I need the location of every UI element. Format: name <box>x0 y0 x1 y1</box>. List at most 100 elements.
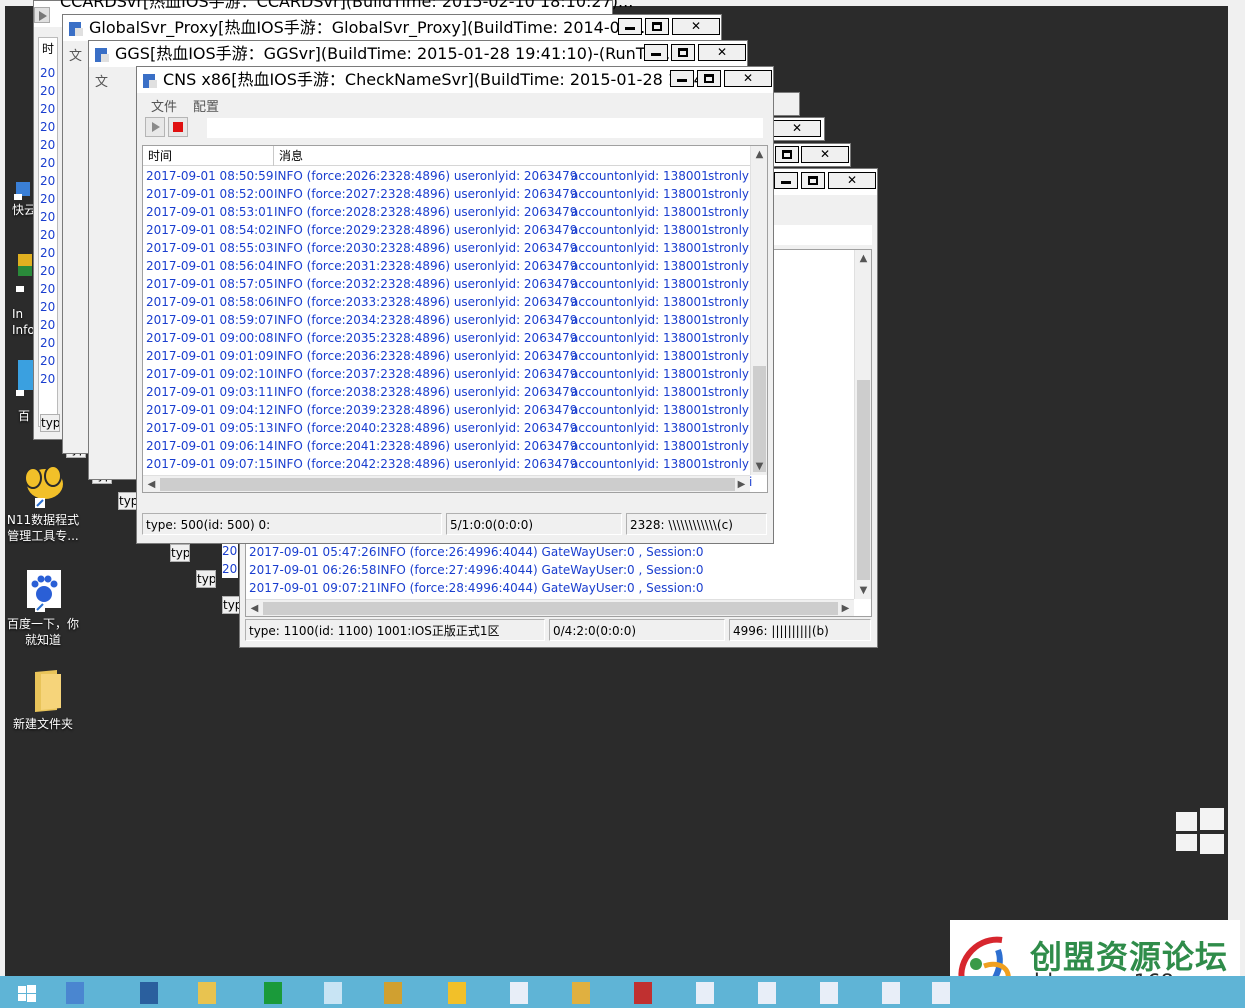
log-cell-tail: stronlyi <box>708 367 753 381</box>
desktop-icon-label: 新建文件夹 <box>12 717 73 731</box>
menu-file[interactable]: 文件 <box>151 96 177 115</box>
horizontal-scrollbar[interactable]: ◀ ▶ <box>246 599 854 616</box>
app-window-icon[interactable] <box>920 978 962 1008</box>
scroll-thumb[interactable] <box>263 602 838 615</box>
log-cell-msg: INFO (force:2033:2328:4896) useronlyid: … <box>274 295 578 309</box>
window-cns[interactable]: CNS x86[热血IOS手游：CheckNameSvr](BuildTime:… <box>136 66 774 544</box>
maximize-button[interactable] <box>645 18 669 35</box>
store-icon[interactable] <box>252 978 294 1008</box>
app-window-icon[interactable] <box>870 978 912 1008</box>
log-cell-msg: INFO (force:2041:2328:4896) useronlyid: … <box>274 439 578 453</box>
folder-icon <box>21 668 65 712</box>
scroll-thumb[interactable] <box>160 478 735 491</box>
log-row[interactable]: 2017-09-01 08:56:04 INFO (force:2031:2328… <box>143 257 752 275</box>
play-icon[interactable] <box>34 7 50 23</box>
close-button[interactable]: ✕ <box>698 44 746 61</box>
menu-file[interactable]: 文 <box>95 71 108 90</box>
status-pid: 2328: \\\\\\\\\\\\(c) <box>626 513 767 535</box>
minimize-button[interactable] <box>644 44 668 61</box>
desktop-icon-label: In Info <box>12 307 35 337</box>
log-cell-tail: stronlyi <box>708 187 753 201</box>
stop-button[interactable] <box>168 117 188 137</box>
log-row[interactable]: 2017-09-01 08:52:00 INFO (force:2027:2328… <box>143 185 752 203</box>
log-cell-msg: INFO (force:2037:2328:4896) useronlyid: … <box>274 367 578 381</box>
log-cell-time: 2017-09-01 08:52:00 <box>146 187 274 201</box>
maximize-button[interactable] <box>773 95 795 113</box>
stub-status-type: typ <box>170 544 190 562</box>
vertical-scrollbar[interactable]: ▲ ▼ <box>854 250 871 599</box>
stub-year-cell: 20 <box>40 316 56 334</box>
column-header-time[interactable]: 时间 <box>143 146 274 166</box>
log-cell-time: 2017-09-01 09:03:11 <box>146 385 274 399</box>
game-app-icon[interactable] <box>622 978 664 1008</box>
maximize-button[interactable] <box>801 172 825 189</box>
horizontal-scrollbar[interactable]: ◀ ▶ <box>143 475 750 492</box>
close-button[interactable]: ✕ <box>672 18 720 35</box>
server-manager-icon[interactable] <box>54 978 96 1008</box>
close-button[interactable]: ✕ <box>828 172 876 189</box>
stub-year-cell: 20 <box>222 560 238 578</box>
maximize-button[interactable] <box>671 44 695 61</box>
menu-file[interactable]: 文 <box>69 45 82 64</box>
log-row[interactable]: 2017-09-01 08:57:05 INFO (force:2032:2328… <box>143 275 752 293</box>
app-window-icon[interactable] <box>746 978 788 1008</box>
stub-status-type: typ <box>118 492 138 510</box>
log-row[interactable]: 2017-09-01 06:26:58 INFO (force:27:4996:4… <box>246 561 855 579</box>
log-cell-acct: accountonlyid: 138001 <box>571 349 709 363</box>
network-icon[interactable] <box>312 978 354 1008</box>
log-row[interactable]: 2017-09-01 09:02:10 INFO (force:2037:2328… <box>143 365 752 383</box>
app-window-icon[interactable] <box>684 978 726 1008</box>
app-window-icon[interactable] <box>498 978 540 1008</box>
vertical-scrollbar[interactable]: ▲ ▼ <box>750 146 767 475</box>
log-cell-acct: accountonlyid: 138001 <box>571 313 709 327</box>
audio-app-icon[interactable] <box>560 978 602 1008</box>
taskbar <box>0 976 1245 1008</box>
log-row[interactable]: 2017-09-01 08:54:02 INFO (force:2029:2328… <box>143 221 752 239</box>
maximize-button[interactable] <box>697 70 721 87</box>
minimize-button[interactable] <box>618 18 642 35</box>
close-button[interactable]: ✕ <box>773 120 821 137</box>
window-title: GGS[热血IOS手游：GGSvr](BuildTime: 2015-01-28… <box>115 44 681 63</box>
database-icon[interactable] <box>372 978 414 1008</box>
log-row[interactable]: 2017-09-01 09:06:14 INFO (force:2041:2328… <box>143 437 752 455</box>
log-cell-tail: stronlyi <box>708 169 753 183</box>
log-row[interactable]: 2017-09-01 05:47:26 INFO (force:26:4996:4… <box>246 543 855 561</box>
n11-taskbar-icon[interactable] <box>436 978 478 1008</box>
log-row[interactable]: 2017-09-01 08:59:07 INFO (force:2034:2328… <box>143 311 752 329</box>
start-button[interactable] <box>4 978 46 1008</box>
maximize-button[interactable] <box>775 146 799 163</box>
minimize-button[interactable] <box>670 70 694 87</box>
log-row[interactable]: 2017-09-01 09:04:12 INFO (force:2039:2328… <box>143 401 752 419</box>
status-type: type: 1100(id: 1100) 1001:IOS正版正式1区 <box>245 619 545 641</box>
log-row[interactable]: 2017-09-01 09:05:13 INFO (force:2040:2328… <box>143 419 752 437</box>
log-cell-time: 2017-09-01 08:59:07 <box>146 313 274 327</box>
file-explorer-icon[interactable] <box>186 978 228 1008</box>
cns-log-list[interactable]: 时间 消息 2017-09-01 08:50:59 INFO (force:202… <box>142 145 768 493</box>
log-row[interactable]: 2017-09-01 09:07:21 INFO (force:28:4996:4… <box>246 579 855 597</box>
powershell-icon[interactable] <box>128 978 170 1008</box>
desktop-icon-baidu[interactable]: 百度一下，你 就知道 <box>3 568 83 648</box>
minimize-button[interactable] <box>774 172 798 189</box>
scroll-thumb[interactable] <box>857 380 870 580</box>
log-row[interactable]: 2017-09-01 09:00:08 INFO (force:2035:2328… <box>143 329 752 347</box>
log-row[interactable]: 2017-09-01 09:03:11 INFO (force:2038:2328… <box>143 383 752 401</box>
desktop-icon-n11[interactable]: N11数据程式 管理工具专... <box>3 464 83 544</box>
log-cell-msg: INFO (force:2027:2328:4896) useronlyid: … <box>274 187 578 201</box>
log-row[interactable]: 2017-09-01 09:07:15 INFO (force:2042:2328… <box>143 455 752 473</box>
close-button[interactable]: ✕ <box>724 70 772 87</box>
play-button[interactable] <box>145 117 165 137</box>
menu-config[interactable]: 配置 <box>193 96 219 115</box>
column-header-message[interactable]: 消息 <box>274 146 752 166</box>
log-row[interactable]: 2017-09-01 09:01:09 INFO (force:2036:2328… <box>143 347 752 365</box>
log-row[interactable]: 2017-09-01 08:50:59 INFO (force:2026:2328… <box>143 167 752 185</box>
log-cell-tail: stronlyi <box>708 403 753 417</box>
log-row[interactable]: 2017-09-01 08:55:03 INFO (force:2030:2328… <box>143 239 752 257</box>
desktop-icon-new-folder[interactable]: 新建文件夹 <box>3 668 83 732</box>
scroll-thumb[interactable] <box>753 366 766 472</box>
log-row[interactable]: 2017-09-01 08:58:06 INFO (force:2033:2328… <box>143 293 752 311</box>
stub-year-cell: 20 <box>40 334 56 352</box>
log-row[interactable]: 2017-09-01 08:53:01 INFO (force:2028:2328… <box>143 203 752 221</box>
app-window-icon[interactable] <box>808 978 850 1008</box>
stub-year-cell: 20 <box>40 262 56 280</box>
close-button[interactable]: ✕ <box>801 146 849 163</box>
